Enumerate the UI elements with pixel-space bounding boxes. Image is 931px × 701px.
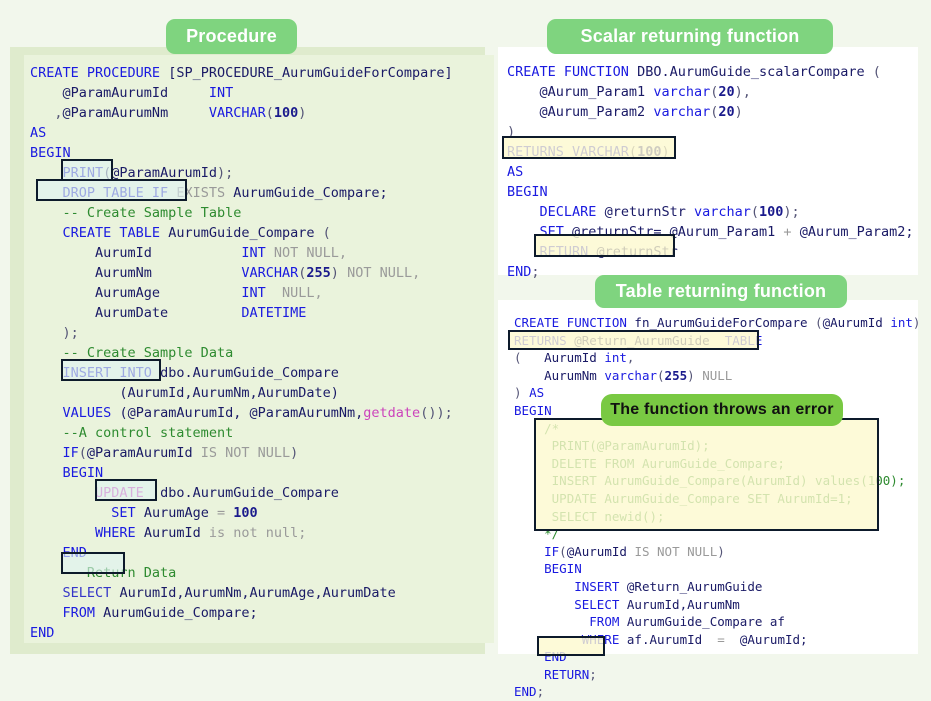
scalar-function-code-block[interactable]: CREATE FUNCTION DBO.AurumGuide_scalarCom… — [507, 62, 913, 282]
table-function-title-badge: Table returning function — [595, 275, 847, 308]
procedure-title-badge: Procedure — [166, 19, 297, 54]
error-callout-badge: The function throws an error — [601, 394, 843, 426]
procedure-code-block[interactable]: CREATE PROCEDURE [SP_PROCEDURE_AurumGuid… — [30, 63, 453, 643]
scalar-function-title-badge: Scalar returning function — [547, 19, 833, 54]
table-function-code-block[interactable]: CREATE FUNCTION fn_AurumGuideForCompare … — [514, 314, 920, 701]
